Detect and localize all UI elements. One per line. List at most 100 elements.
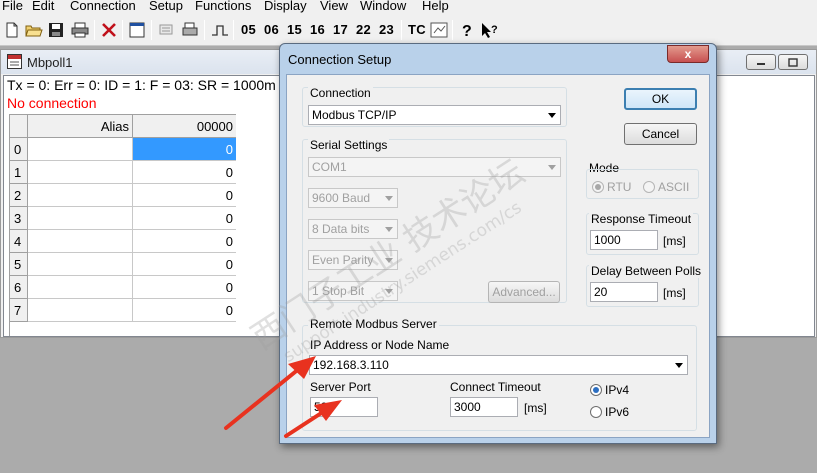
dialog-close-button[interactable]: x (667, 45, 709, 63)
response-timeout-input[interactable]: 1000 (590, 230, 658, 250)
baud-rate-select[interactable]: 9600 Baud (308, 188, 398, 208)
response-timeout-unit: [ms] (663, 234, 686, 248)
grid-row-number[interactable]: 0 (10, 138, 28, 161)
save-icon[interactable] (46, 19, 66, 41)
grid-alias-cell[interactable] (28, 161, 133, 184)
menu-edit[interactable]: Edit (32, 0, 54, 12)
communication-icon[interactable] (429, 19, 449, 41)
grid-value-cell[interactable]: 0 (133, 230, 236, 253)
pulse-icon[interactable] (210, 19, 230, 41)
ipv6-radio[interactable] (590, 406, 602, 418)
mbpoll-maximize-button[interactable] (778, 54, 808, 70)
disconnect-icon[interactable] (99, 19, 119, 41)
function-16-button[interactable]: 16 (310, 22, 325, 37)
grid-alias-cell[interactable] (28, 138, 133, 161)
toolbar-separator (233, 20, 234, 40)
grid-alias-cell[interactable] (28, 207, 133, 230)
grid-row-number[interactable]: 7 (10, 299, 28, 322)
function-05-button[interactable]: 05 (241, 22, 256, 37)
grid-row-number[interactable]: 2 (10, 184, 28, 207)
connection-type-select[interactable]: Modbus TCP/IP (308, 105, 561, 125)
menu-window[interactable]: Window (360, 0, 406, 12)
menu-setup[interactable]: Setup (149, 0, 183, 12)
print-preview-icon[interactable] (180, 19, 200, 41)
ipv4-label: IPv4 (605, 383, 630, 397)
print-icon[interactable] (70, 19, 90, 41)
ipv4-radio[interactable] (590, 384, 602, 396)
toolbar: 05 06 15 16 17 22 23 TC ? ? (0, 14, 817, 46)
data-bits-value: 8 Data bits (312, 222, 370, 236)
grid-value-cell[interactable]: 0 (133, 299, 236, 322)
mode-rtu-radio[interactable] (592, 181, 604, 193)
grid-value-cell[interactable]: 0 (133, 207, 236, 230)
help-icon[interactable]: ? (457, 19, 477, 41)
grid-alias-cell[interactable] (28, 184, 133, 207)
poll-status-line: Tx = 0: Err = 0: ID = 1: F = 03: SR = 10… (7, 77, 276, 93)
grid-row-number[interactable]: 3 (10, 207, 28, 230)
mode-ascii-radio[interactable] (643, 181, 655, 193)
toolbar-separator (151, 20, 152, 40)
function-22-button[interactable]: 22 (356, 22, 371, 37)
function-23-button[interactable]: 23 (379, 22, 394, 37)
toolbar-separator (204, 20, 205, 40)
grid-value-cell[interactable]: 0 (133, 253, 236, 276)
menu-help[interactable]: Help (422, 0, 449, 12)
dialog-title-bar[interactable]: Connection Setup x (280, 44, 716, 72)
delay-polls-input[interactable]: 20 (590, 282, 658, 302)
chevron-down-icon (381, 189, 397, 207)
grid-header-alias[interactable]: Alias (28, 115, 133, 138)
context-help-icon[interactable]: ? (480, 19, 500, 41)
mode-rtu-label: RTU (607, 180, 632, 194)
function-06-button[interactable]: 06 (264, 22, 279, 37)
connect-timeout-input[interactable]: 3000 (450, 397, 518, 417)
open-icon[interactable] (24, 19, 44, 41)
toolbar-separator (452, 20, 453, 40)
grid-value-cell[interactable]: 0 (133, 161, 236, 184)
menu-bar: File Edit Connection Setup Functions Dis… (0, 0, 817, 14)
mbpoll-minimize-button[interactable] (746, 54, 776, 70)
grid-value-cell[interactable]: 0 (133, 276, 236, 299)
connection-status: No connection (7, 95, 97, 111)
traffic-button[interactable]: TC (408, 22, 426, 37)
ip-address-input[interactable]: 192.168.3.110 (309, 355, 688, 375)
grid-header-address[interactable]: 00000 (133, 115, 236, 138)
menu-display[interactable]: Display (264, 0, 307, 12)
svg-text:?: ? (491, 24, 498, 36)
menu-file[interactable]: File (2, 0, 23, 12)
connect-timeout-unit: [ms] (524, 401, 547, 415)
grid-alias-cell[interactable] (28, 276, 133, 299)
mode-ascii-label: ASCII (658, 180, 690, 194)
grid-alias-cell[interactable] (28, 253, 133, 276)
minimize-icon (757, 63, 765, 65)
grid-alias-cell[interactable] (28, 299, 133, 322)
advanced-button[interactable]: Advanced... (488, 281, 560, 303)
menu-connection[interactable]: Connection (70, 0, 136, 12)
server-port-input[interactable]: 502 (310, 397, 378, 417)
dialog-title: Connection Setup (288, 52, 392, 67)
grid-alias-cell[interactable] (28, 230, 133, 253)
ip-address-value: 192.168.3.110 (313, 358, 389, 372)
menu-view[interactable]: View (320, 0, 348, 12)
mbpoll-title: Mbpoll1 (27, 55, 73, 70)
grid-value-cell[interactable]: 0 (133, 138, 236, 161)
cancel-button[interactable]: Cancel (624, 123, 697, 145)
connection-type-value: Modbus TCP/IP (312, 108, 397, 122)
svg-text:?: ? (462, 23, 472, 39)
function-17-button[interactable]: 17 (333, 22, 348, 37)
grid-row-number[interactable]: 4 (10, 230, 28, 253)
toolbar-separator (401, 20, 402, 40)
grid-value-cell[interactable]: 0 (133, 184, 236, 207)
function-15-button[interactable]: 15 (287, 22, 302, 37)
menu-functions[interactable]: Functions (195, 0, 251, 12)
grid-row-number[interactable]: 1 (10, 161, 28, 184)
grid-row-number[interactable]: 5 (10, 253, 28, 276)
restore-icon (788, 57, 798, 67)
new-icon[interactable] (2, 19, 22, 41)
connect-timeout-label: Connect Timeout (450, 380, 541, 394)
register-grid: Alias 00000 0010203040506070 (9, 114, 236, 336)
ok-button[interactable]: OK (624, 88, 697, 110)
read-write-icon[interactable] (157, 19, 177, 41)
chevron-down-icon (671, 356, 687, 374)
window-icon[interactable] (127, 19, 147, 41)
grid-row-number[interactable]: 6 (10, 276, 28, 299)
